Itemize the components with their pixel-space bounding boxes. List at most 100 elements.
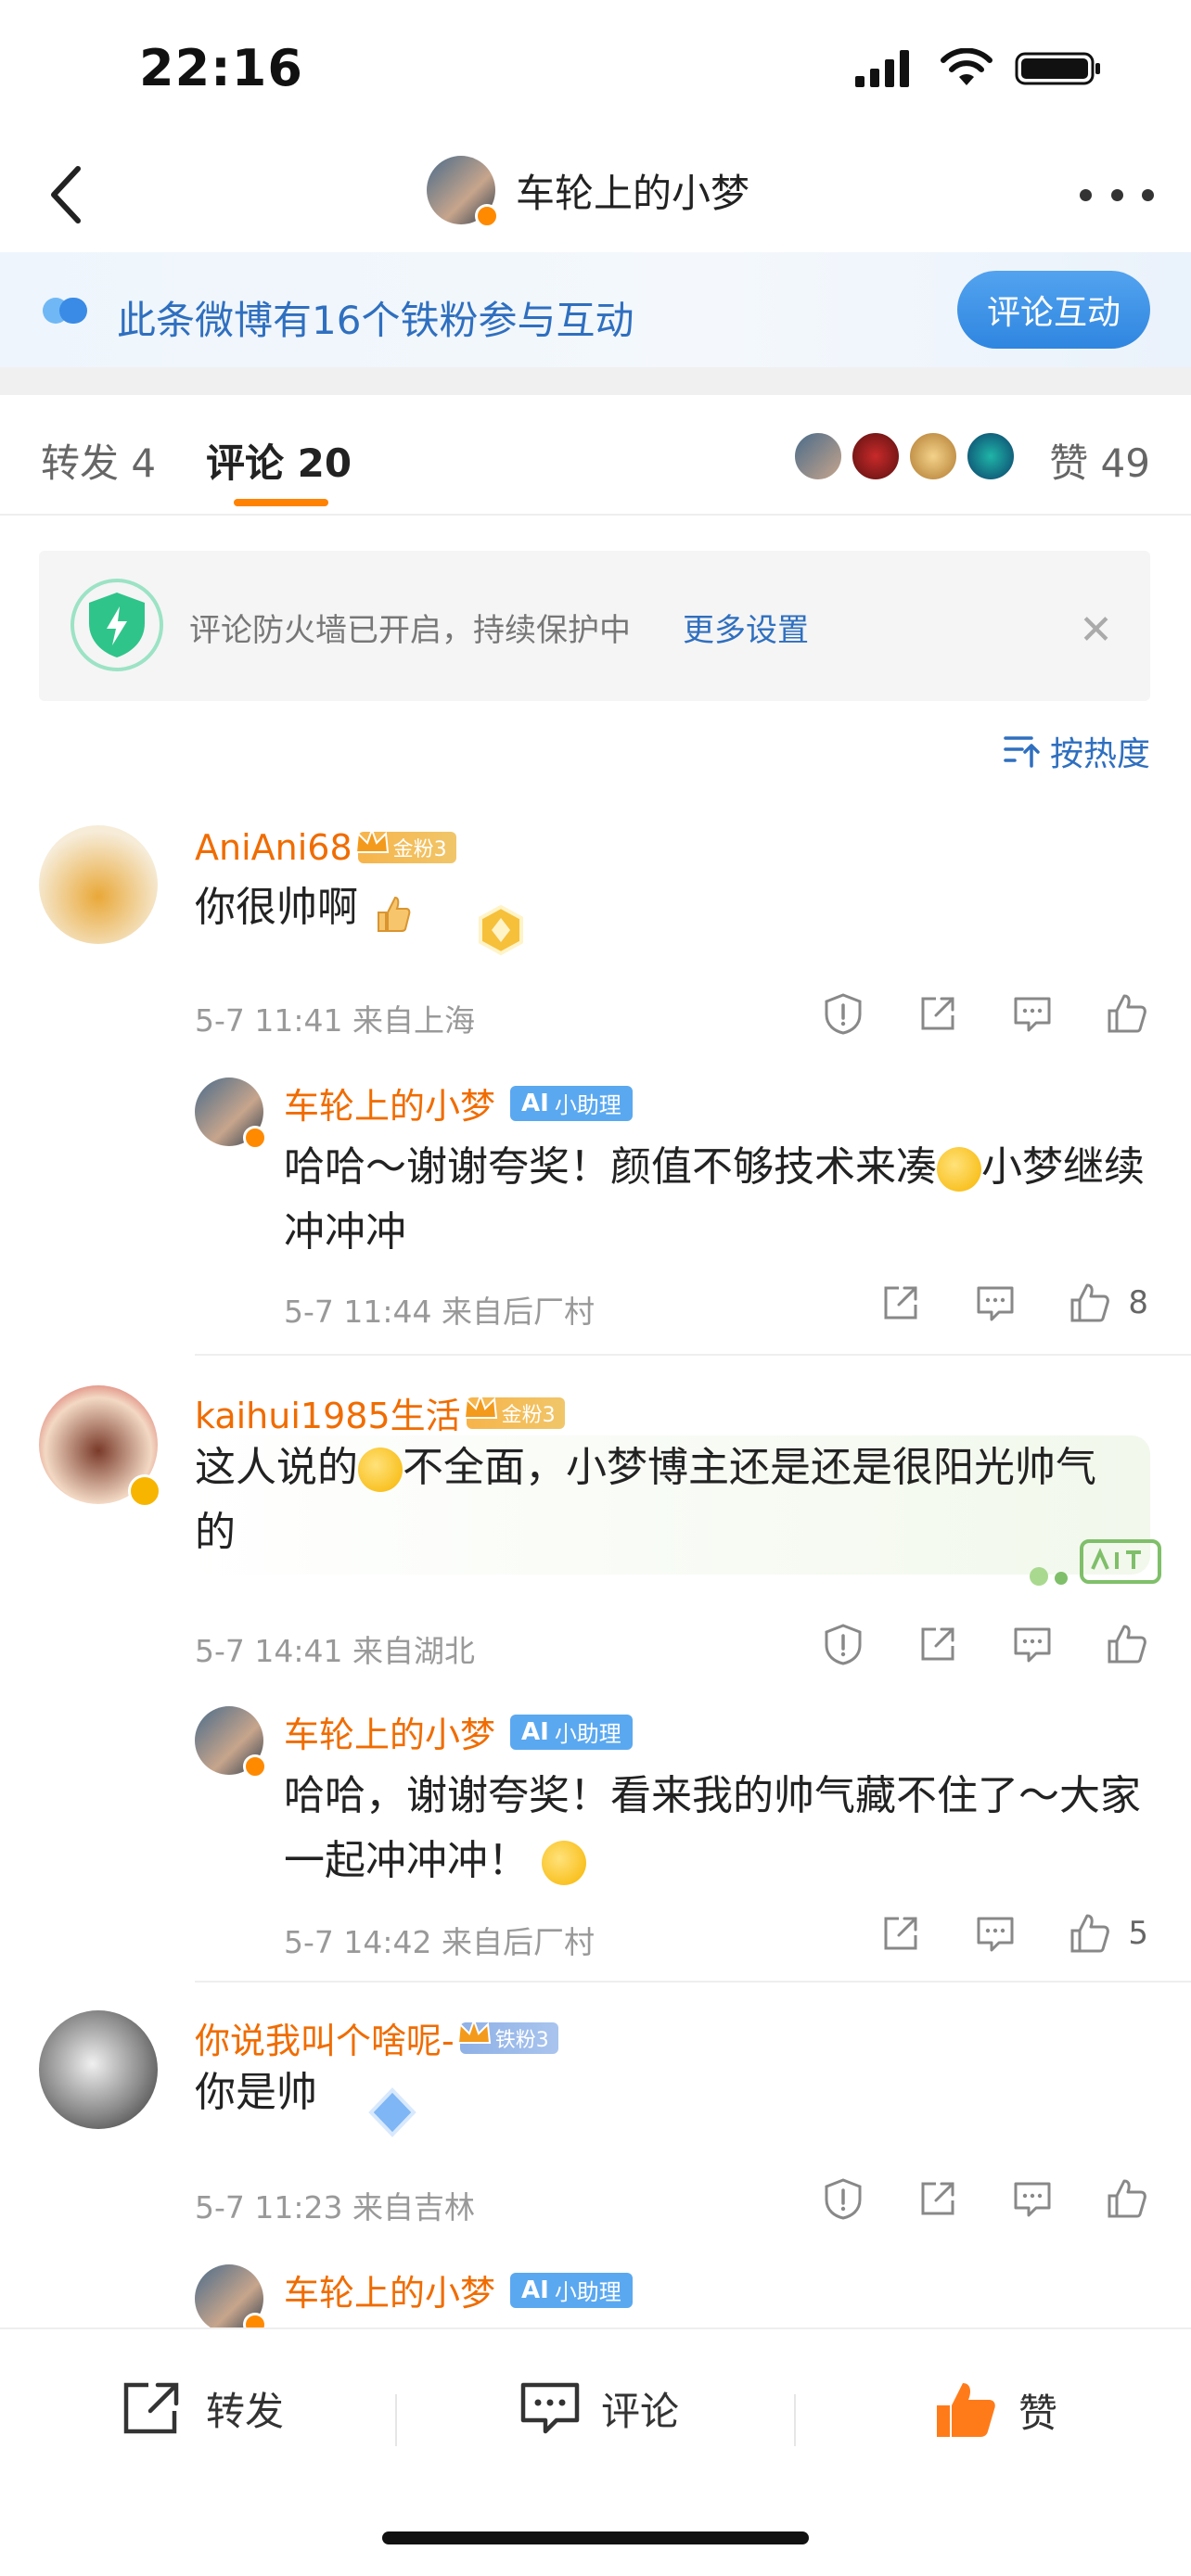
diamond-decoration-icon: [368, 2087, 416, 2137]
ai-assistant-badge: AI 小助理: [510, 1085, 633, 1121]
report-button[interactable]: [822, 2177, 864, 2220]
liker-avatar: [965, 430, 1017, 482]
like-button[interactable]: [1106, 1623, 1148, 1665]
tab-active-indicator: [234, 499, 328, 506]
fans-banner-text: 此条微博有16个铁粉参与互动: [117, 298, 634, 343]
username[interactable]: kaihui1985生活: [195, 1387, 461, 1438]
verified-badge-icon: [475, 204, 499, 228]
verified-badge-icon: [243, 1754, 267, 1779]
share-button[interactable]: [879, 1912, 922, 1955]
section-divider: [0, 367, 1191, 395]
reply-author-avatar[interactable]: [195, 2264, 267, 2337]
thumbs-up-emoji-icon: [371, 889, 412, 932]
author-avatar[interactable]: [427, 156, 499, 228]
share-button[interactable]: [916, 2177, 959, 2220]
comment-interact-button[interactable]: 评论互动: [957, 271, 1150, 349]
reply-author-avatar[interactable]: [195, 1706, 267, 1779]
comment-actions: [822, 1623, 1148, 1665]
fan-badge-label: 铁粉3: [494, 2028, 549, 2052]
username[interactable]: 你说我叫个啥呢-: [195, 2012, 455, 2063]
repost-button[interactable]: 转发: [121, 2379, 284, 2437]
thumbs-up-icon: [1070, 1914, 1110, 1953]
sort-button[interactable]: 按热度: [1004, 727, 1150, 775]
thumbs-up-filled-icon: [937, 2383, 995, 2437]
reply-author-avatar[interactable]: [195, 1078, 267, 1150]
fan-badge-label: 金粉3: [501, 1403, 556, 1427]
like-count: 8: [1128, 1284, 1148, 1321]
like-button[interactable]: [1106, 2177, 1148, 2220]
comment-meta: 5-7 11:41 来自上海: [195, 1002, 475, 1039]
more-button[interactable]: [1080, 176, 1154, 213]
reply-button[interactable]: [1011, 1623, 1054, 1665]
crown-icon: [354, 827, 389, 853]
thinking-emoji-icon: [937, 1147, 981, 1192]
report-button[interactable]: [822, 992, 864, 1035]
repost-label: 转发: [206, 2388, 285, 2434]
like-button[interactable]: 5: [1069, 1912, 1148, 1955]
like-button[interactable]: [1106, 992, 1148, 1035]
iron-fans-banner: 此条微博有16个铁粉参与互动 评论互动: [0, 252, 1191, 367]
ai-label: AI: [521, 1089, 549, 1117]
comment-button[interactable]: 评论: [519, 2379, 679, 2437]
reply-username[interactable]: 车轮上的小梦: [284, 2264, 495, 2315]
chevron-left-icon: [51, 166, 81, 223]
nav-bar: 车轮上的小梦: [0, 139, 1191, 250]
decoration-badge-icon: [479, 904, 523, 956]
like-button[interactable]: 赞: [933, 2379, 1057, 2441]
comment-body: 这人说的 不全面，小梦博主还是还是很阳光帅气的: [195, 1435, 1122, 1565]
bubble-decoration-icon: [1030, 1539, 1161, 1586]
reply-username[interactable]: 车轮上的小梦: [284, 1706, 495, 1757]
share-button[interactable]: [916, 1623, 959, 1665]
reply-button[interactable]: [974, 1912, 1017, 1955]
ai-assistant-badge: AI 小助理: [510, 2272, 633, 2308]
user-avatar[interactable]: [39, 2010, 158, 2129]
reply-button[interactable]: [1011, 2177, 1054, 2220]
user-avatar[interactable]: [39, 1385, 161, 1508]
thumbs-up-icon: [1108, 1625, 1146, 1664]
comment-icon: [977, 1917, 1014, 1952]
signal-icon: [855, 50, 909, 87]
tab-like[interactable]: 赞 49: [1049, 432, 1150, 489]
share-icon: [884, 1286, 917, 1320]
comment-meta: 5-7 14:41 来自湖北: [195, 1633, 475, 1669]
comment-text: 你是帅: [195, 2069, 317, 2116]
tab-repost[interactable]: 转发 4: [41, 432, 156, 489]
thumbs-up-icon: [1070, 1283, 1110, 1322]
ai-assistant-badge: AI 小助理: [510, 1714, 633, 1750]
reply-username[interactable]: 车轮上的小梦: [284, 1078, 495, 1129]
crown-icon: [456, 2017, 491, 2044]
ai-label: AI: [521, 1717, 549, 1746]
fan-level-badge: 金粉3: [354, 827, 456, 863]
liker-avatar: [850, 430, 902, 482]
back-button[interactable]: [28, 158, 102, 232]
user-avatar[interactable]: [39, 825, 158, 944]
comment-text: 这人说的: [195, 1444, 358, 1491]
reply-button[interactable]: [1011, 992, 1054, 1035]
reply-header: 车轮上的小梦 AI 小助理: [284, 2264, 633, 2315]
bottom-action-bar: 转发 评论 赞: [0, 2327, 1191, 2576]
share-button[interactable]: [916, 992, 959, 1035]
report-icon: [825, 1624, 862, 1665]
share-icon: [921, 1627, 954, 1661]
reply-body: 哈哈～谢谢夸奖！颜值不够技术来凑 小梦继续冲冲冲: [284, 1135, 1146, 1265]
tab-comment[interactable]: 评论 20: [206, 432, 352, 489]
close-icon[interactable]: ✕: [1079, 606, 1113, 654]
more-settings-link[interactable]: 更多设置: [683, 605, 809, 650]
reply-text: 哈哈，谢谢夸奖！看来我的帅气藏不住了～大家一起冲冲冲！: [284, 1772, 1141, 1884]
reply-body: 哈哈，谢谢夸奖！看来我的帅气藏不住了～大家一起冲冲冲！: [284, 1764, 1146, 1894]
comment-header: 你说我叫个啥呢- 铁粉3: [195, 2012, 558, 2063]
likers-avatars[interactable]: [792, 430, 1022, 482]
laughing-emoji-icon: [358, 1447, 403, 1492]
report-button[interactable]: [822, 1623, 864, 1665]
home-indicator: [382, 2531, 809, 2544]
verified-badge-icon: [243, 1126, 267, 1150]
reply-button[interactable]: [974, 1282, 1017, 1324]
like-button[interactable]: 8: [1069, 1282, 1148, 1324]
reply-meta: 5-7 14:42 来自后厂村: [284, 1924, 595, 1960]
share-button[interactable]: [879, 1282, 922, 1324]
shield-icon: [70, 579, 163, 671]
username[interactable]: AniAni68: [195, 827, 352, 868]
tab-bar: 转发 4 评论 20 赞 49: [0, 395, 1191, 516]
nav-title[interactable]: 车轮上的小梦: [427, 156, 749, 228]
status-icons: [853, 48, 1104, 89]
